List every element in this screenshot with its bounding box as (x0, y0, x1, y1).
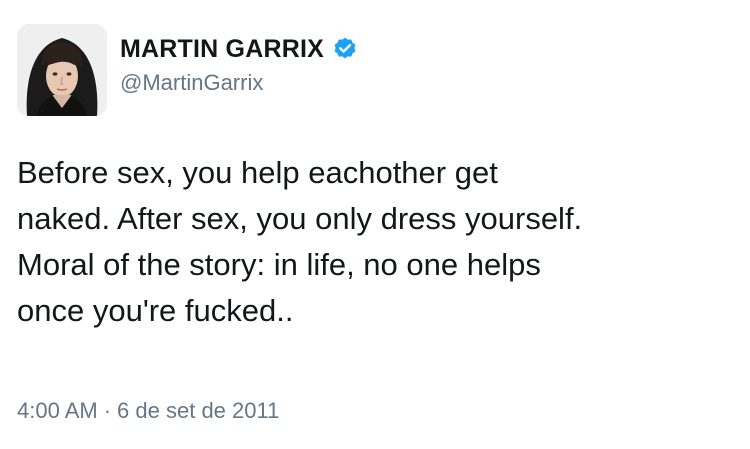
tweet-date: 6 de set de 2011 (117, 398, 280, 423)
tweet-text-line: Moral of the story: in life, no one help… (17, 247, 541, 282)
tweet-time: 4:00 AM (17, 398, 98, 423)
verified-badge-icon (332, 36, 358, 62)
tweet-text-line: once you're fucked.. (17, 293, 294, 328)
tweet-text-line: naked. After sex, you only dress yoursel… (17, 201, 583, 236)
avatar[interactable] (17, 24, 107, 116)
display-name[interactable]: MARTIN GARRIX (120, 35, 324, 64)
meta-separator: · (103, 398, 112, 423)
author-info: MARTIN GARRIX @MartinGarrix (120, 34, 358, 96)
author-handle[interactable]: @MartinGarrix (120, 70, 358, 96)
tweet-text: Before sex, you help eachother get naked… (17, 150, 732, 334)
tweet-text-line: Before sex, you help eachother get (17, 155, 498, 190)
name-row: MARTIN GARRIX (120, 34, 358, 64)
tweet-card: MARTIN GARRIX @MartinGarrix Before sex, … (0, 0, 750, 449)
tweet-timestamp[interactable]: 4:00 AM · 6 de set de 2011 (17, 398, 279, 424)
tweet-header: MARTIN GARRIX @MartinGarrix (17, 24, 717, 120)
avatar-image (17, 24, 107, 116)
